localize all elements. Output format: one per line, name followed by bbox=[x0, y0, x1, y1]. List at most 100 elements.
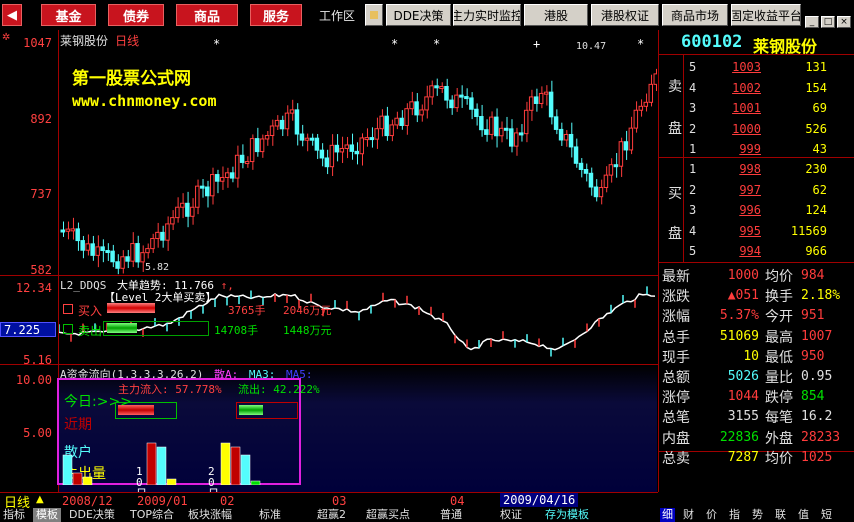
order-volume: 131 bbox=[805, 60, 827, 74]
candle bbox=[95, 246, 100, 256]
bond-button[interactable]: 债券 bbox=[108, 4, 164, 26]
tab-price[interactable]: 价 bbox=[706, 508, 717, 522]
tab-warrant[interactable]: 权证 bbox=[500, 508, 522, 522]
tab-short[interactable]: 短 bbox=[821, 508, 832, 522]
sell-amount: 1448万元 bbox=[283, 324, 332, 337]
order-level: 3 bbox=[689, 203, 697, 217]
candle bbox=[603, 174, 609, 189]
order-price[interactable]: 1001 bbox=[725, 101, 761, 115]
candle bbox=[593, 186, 599, 198]
order-price[interactable]: 996 bbox=[725, 203, 761, 217]
tab-detail[interactable]: 细 bbox=[660, 508, 675, 522]
buy-bar bbox=[107, 303, 155, 313]
candle bbox=[234, 154, 240, 179]
candle bbox=[135, 243, 140, 263]
candle bbox=[175, 206, 180, 219]
buy-volume: 3765手 bbox=[228, 304, 266, 317]
order-level: 1 bbox=[689, 162, 697, 176]
stat-value: 22836 bbox=[719, 429, 759, 445]
order-price[interactable]: 1000 bbox=[725, 122, 761, 136]
candle bbox=[329, 144, 335, 168]
prev-arrow-icon[interactable]: ◀ bbox=[2, 4, 22, 26]
stat-label: 每笔 bbox=[765, 410, 793, 427]
tab-save-template[interactable]: 存为模板 bbox=[545, 508, 589, 522]
ddqs-chart[interactable] bbox=[59, 276, 657, 364]
tab-index[interactable]: 指 bbox=[729, 508, 740, 522]
tab-indicator[interactable]: 指标 bbox=[3, 508, 25, 522]
tab-standard[interactable]: 标准 bbox=[259, 508, 281, 522]
tab-sector[interactable]: 板块涨幅 bbox=[188, 508, 232, 522]
candle bbox=[224, 172, 230, 178]
candle bbox=[389, 124, 394, 137]
workspace-icon[interactable] bbox=[365, 4, 383, 26]
tab-template[interactable]: 模板 bbox=[33, 508, 61, 522]
order-price[interactable]: 995 bbox=[725, 224, 761, 238]
main-force-monitor-button[interactable]: 主力实时监控 bbox=[453, 4, 521, 26]
order-price[interactable]: 997 bbox=[725, 183, 761, 197]
stat-label: 均价 bbox=[765, 269, 793, 285]
tab-finance[interactable]: 财 bbox=[683, 508, 694, 522]
candle bbox=[60, 229, 65, 233]
close-icon[interactable]: × bbox=[837, 16, 851, 28]
order-volume: 230 bbox=[805, 162, 827, 176]
capital-bar bbox=[72, 472, 83, 485]
restore-icon[interactable]: □ bbox=[821, 16, 835, 28]
stat-value: 51069 bbox=[719, 328, 759, 344]
order-price[interactable]: 998 bbox=[725, 162, 761, 176]
kline-chart[interactable]: * * * + * bbox=[59, 30, 657, 275]
minimize-icon[interactable]: _ bbox=[805, 16, 819, 28]
capital-bar bbox=[220, 442, 231, 485]
date-label: 03 bbox=[332, 494, 347, 508]
workspace-label[interactable]: 工作区 bbox=[312, 4, 362, 26]
tab-dde[interactable]: DDE决策 bbox=[69, 508, 115, 522]
candle bbox=[364, 137, 369, 141]
stat-label: 总笔 bbox=[662, 410, 690, 427]
order-price[interactable]: 994 bbox=[725, 244, 761, 258]
period-triangle-icon[interactable]: ▲ bbox=[36, 494, 44, 505]
stat-label: 最高 bbox=[765, 329, 793, 346]
sell-checkbox-icon[interactable] bbox=[63, 324, 73, 334]
fund-button[interactable]: 基金 bbox=[41, 4, 96, 26]
candle bbox=[180, 202, 185, 208]
candle bbox=[125, 256, 130, 262]
order-price[interactable]: 1003 bbox=[725, 60, 761, 74]
gear-icon[interactable]: ✲ bbox=[2, 32, 10, 43]
signal-marker: * bbox=[213, 37, 220, 51]
candle bbox=[130, 243, 135, 262]
sell-label: 卖出 bbox=[78, 324, 103, 338]
hk-stock-button[interactable]: 港股 bbox=[524, 4, 588, 26]
current-value-marker: 7.225 bbox=[0, 322, 56, 337]
tab-top[interactable]: TOP综合 bbox=[130, 508, 174, 522]
tab-value[interactable]: 值 bbox=[798, 508, 809, 522]
tab-normal[interactable]: 普通 bbox=[440, 508, 462, 522]
tab-chaoying-buy[interactable]: 超赢买点 bbox=[366, 508, 410, 522]
stat-value: 2.18% bbox=[801, 288, 841, 304]
order-price[interactable]: 1002 bbox=[725, 81, 761, 95]
commodity-button[interactable]: 商品 bbox=[176, 4, 238, 26]
capital-bars bbox=[62, 442, 261, 485]
tab-link[interactable]: 联 bbox=[775, 508, 786, 522]
tab-chaoying2[interactable]: 超赢2 bbox=[317, 508, 346, 522]
buy-checkbox-icon[interactable] bbox=[63, 304, 73, 314]
candle bbox=[613, 164, 619, 168]
candle bbox=[459, 94, 464, 98]
candle bbox=[558, 128, 564, 141]
signal-marker: * bbox=[391, 37, 398, 51]
hk-warrant-button[interactable]: 港股权证 bbox=[591, 4, 659, 26]
dde-button[interactable]: DDE决策 bbox=[386, 4, 451, 26]
candle bbox=[349, 144, 355, 152]
order-price[interactable]: 999 bbox=[725, 142, 761, 156]
candle bbox=[469, 97, 474, 110]
service-button[interactable]: 服务 bbox=[250, 4, 302, 26]
candle bbox=[314, 137, 320, 151]
candle bbox=[414, 101, 419, 116]
tab-trend[interactable]: 势 bbox=[752, 508, 763, 522]
candle bbox=[489, 116, 494, 135]
candle bbox=[623, 141, 629, 151]
candle bbox=[210, 174, 215, 197]
fixed-income-button[interactable]: 固定收益平台 bbox=[731, 4, 801, 26]
commodity-market-button[interactable]: 商品市场 bbox=[662, 4, 728, 26]
main-in-bar bbox=[118, 405, 154, 415]
candle bbox=[504, 127, 509, 131]
date-axis: 日线 ▲ 2008/12 2009/01 02 03 04 2009/04/16 bbox=[0, 492, 854, 511]
